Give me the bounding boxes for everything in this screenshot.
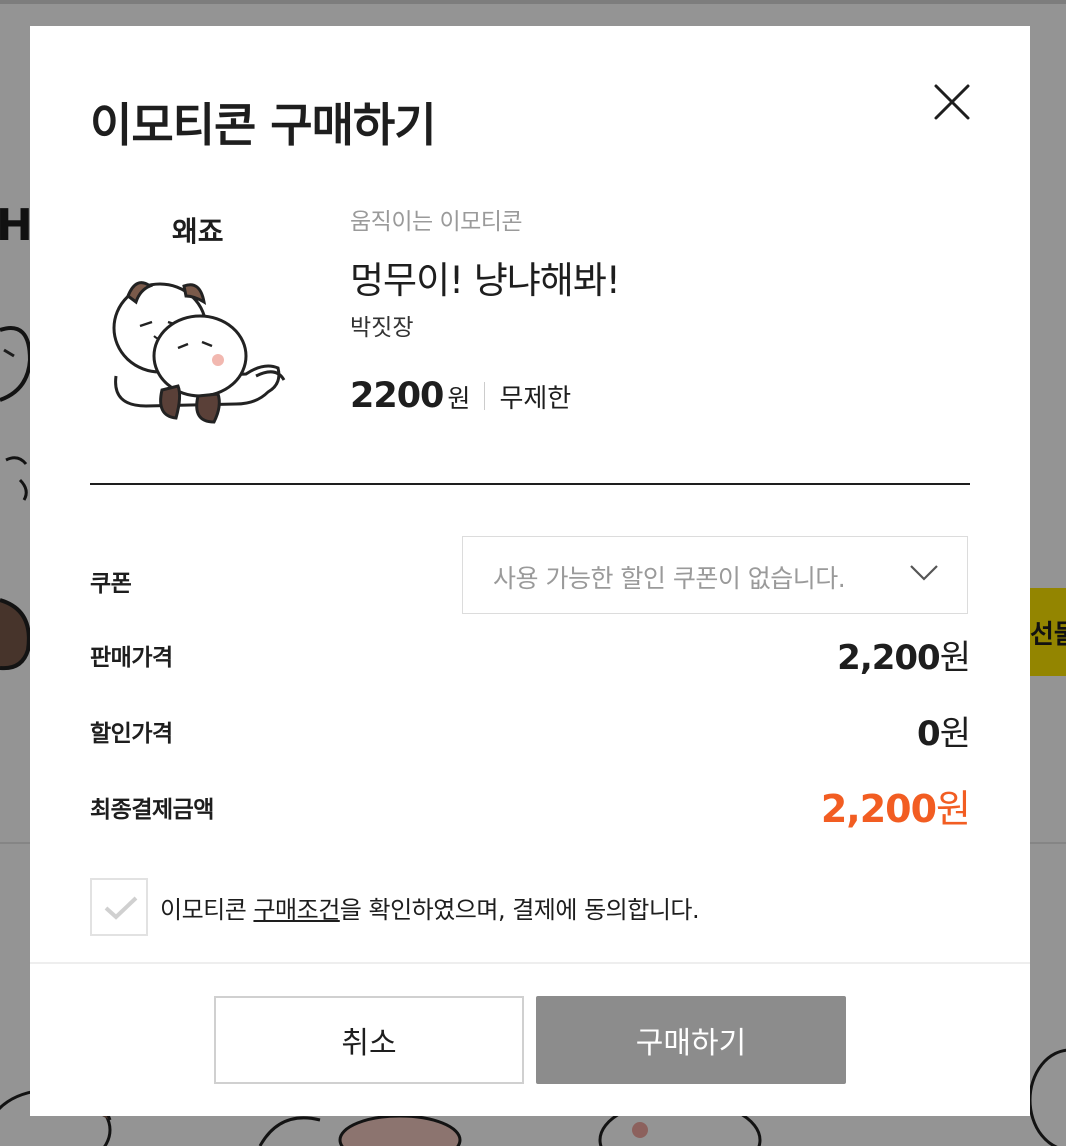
buy-button[interactable]: 구매하기 <box>536 996 846 1084</box>
final-price-label: 최종결제금액 <box>90 797 214 823</box>
price-separator <box>484 382 486 410</box>
coupon-select-value: 사용 가능한 할인 쿠폰이 없습니다. <box>493 564 846 593</box>
sale-price-value: 2,200원 <box>837 630 971 679</box>
coupon-label: 쿠폰 <box>90 571 132 597</box>
section-divider <box>90 483 970 485</box>
footer-divider <box>30 962 1030 964</box>
final-price-value: 2,200원 <box>820 778 971 833</box>
close-icon <box>934 84 970 120</box>
purchase-terms-link[interactable]: 구매조건 <box>253 896 340 924</box>
coupon-select[interactable]: 사용 가능한 할인 쿠폰이 없습니다. <box>462 536 968 614</box>
product-price-row: 2200 원 무제한 <box>350 376 571 416</box>
checkmark-icon <box>104 896 138 920</box>
chevron-down-icon <box>910 565 938 581</box>
sticker-cat-illustration <box>112 281 286 424</box>
product-name: 멍무이! 냥냐해봐! <box>350 259 621 302</box>
agree-text-prefix: 이모티콘 <box>160 896 254 924</box>
purchase-modal: 이모티콘 구매하기 왜죠 움직이는 이모티콘 멍무이! 냥냐해봐! 박짓장 22… <box>30 26 1030 1116</box>
product-author: 박짓장 <box>350 315 414 341</box>
sale-price-amount: 2,200 <box>837 638 941 678</box>
discount-price-label: 할인가격 <box>90 721 173 747</box>
product-price: 2200 <box>350 376 444 416</box>
discount-price-amount: 0 <box>917 714 941 754</box>
product-price-unit: 원 <box>447 384 471 413</box>
product-usage-period: 무제한 <box>499 384 572 414</box>
discount-price-value: 0원 <box>917 706 971 755</box>
product-type: 움직이는 이모티콘 <box>350 209 523 235</box>
close-button[interactable] <box>930 80 974 124</box>
agree-text: 이모티콘 구매조건을 확인하였으며, 결제에 동의합니다. <box>160 890 700 925</box>
agree-text-suffix: 을 확인하였으며, 결제에 동의합니다. <box>339 896 700 924</box>
sticker-caption: 왜죠 <box>172 215 224 248</box>
modal-title: 이모티콘 구매하기 <box>90 98 437 152</box>
sale-price-label: 판매가격 <box>90 645 173 671</box>
sale-price-unit: 원 <box>939 638 971 678</box>
product-thumbnail: 왜죠 <box>106 206 296 436</box>
final-price-unit: 원 <box>936 787 971 831</box>
agree-checkbox[interactable] <box>90 878 148 936</box>
final-price-amount: 2,200 <box>820 787 937 831</box>
cancel-button[interactable]: 취소 <box>214 996 524 1084</box>
discount-price-unit: 원 <box>939 714 971 754</box>
